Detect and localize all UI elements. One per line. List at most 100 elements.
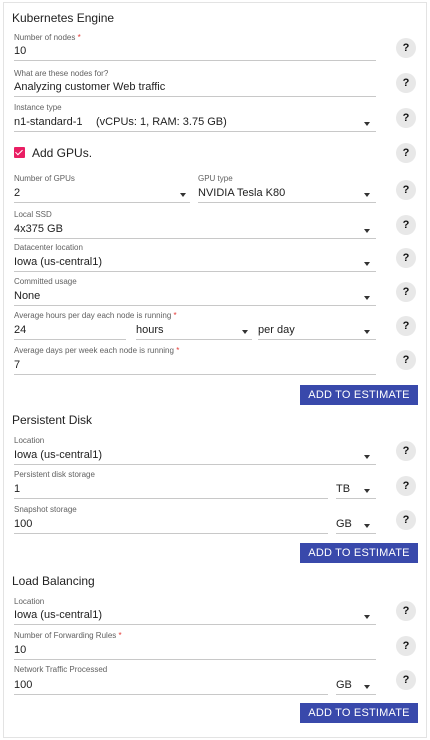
network-traffic-unit-underline <box>336 694 376 695</box>
hours-label: Average hours per day each node is runni… <box>14 311 177 320</box>
help-icon[interactable]: ? <box>396 510 416 530</box>
pd-location-label: Location <box>14 436 45 445</box>
committed-usage-select[interactable]: None <box>14 288 376 305</box>
lb-location-select[interactable]: Iowa (us-central1) <box>14 607 376 624</box>
snapshot-unit-value: GB <box>336 518 352 530</box>
add-gpus-checkbox[interactable] <box>14 147 25 158</box>
pd-storage-label: Persistent disk storage <box>14 470 95 479</box>
gpu-type-label: GPU type <box>198 174 233 183</box>
pd-storage-input[interactable]: 1 <box>14 483 20 495</box>
network-traffic-unit-value: GB <box>336 679 352 691</box>
help-icon[interactable]: ? <box>396 248 416 268</box>
instance-type-value: n1-standard-1 <box>14 116 83 128</box>
datacenter-select[interactable]: Iowa (us-central1) <box>14 254 376 271</box>
dropdown-arrow-icon <box>364 193 370 197</box>
instance-type-select[interactable]: n1-standard-1 (vCPUs: 1, RAM: 3.75 GB) <box>14 114 376 131</box>
pd-storage-unit-value: TB <box>336 483 351 495</box>
section-title-persistent-disk: Persistent Disk <box>12 413 93 427</box>
network-traffic-underline <box>14 694 328 695</box>
purpose-input[interactable]: Analyzing customer Web traffic <box>14 81 165 93</box>
help-icon[interactable]: ? <box>396 143 416 163</box>
lb-location-underline <box>14 624 376 625</box>
help-icon[interactable]: ? <box>396 316 416 336</box>
nodes-underline <box>14 60 376 61</box>
help-icon[interactable]: ? <box>396 282 416 302</box>
gpu-type-value: NVIDIA Tesla K80 <box>198 187 286 199</box>
snapshot-unit-underline <box>336 533 376 534</box>
dropdown-arrow-icon <box>364 685 370 689</box>
pd-storage-unit-select[interactable]: TB <box>336 481 376 498</box>
pd-location-select[interactable]: Iowa (us-central1) <box>14 447 376 464</box>
days-label: Average days per week each node is runni… <box>14 346 180 355</box>
add-to-estimate-button[interactable]: ADD TO ESTIMATE <box>300 703 418 723</box>
nodes-input[interactable]: 10 <box>14 45 26 57</box>
add-to-estimate-button[interactable]: ADD TO ESTIMATE <box>300 385 418 405</box>
help-icon[interactable]: ? <box>396 476 416 496</box>
help-icon[interactable]: ? <box>396 441 416 461</box>
forwarding-rules-underline <box>14 659 376 660</box>
help-icon[interactable]: ? <box>396 636 416 656</box>
snapshot-unit-select[interactable]: GB <box>336 516 376 533</box>
hours-period-select[interactable]: per day <box>258 322 376 339</box>
dropdown-arrow-icon <box>180 193 186 197</box>
days-underline <box>14 374 376 375</box>
hours-input-underline <box>14 339 126 340</box>
local-ssd-select[interactable]: 4x375 GB <box>14 221 376 238</box>
dropdown-arrow-icon <box>364 330 370 334</box>
dropdown-arrow-icon <box>364 296 370 300</box>
hours-unit-underline <box>136 339 252 340</box>
gpu-type-select[interactable]: NVIDIA Tesla K80 <box>198 185 376 202</box>
calculator-panel <box>3 2 427 738</box>
hours-unit-value: hours <box>136 324 164 336</box>
datacenter-label: Datacenter location <box>14 243 83 252</box>
instance-type-underline <box>14 131 376 132</box>
pd-storage-underline <box>14 498 328 499</box>
help-icon[interactable]: ? <box>396 180 416 200</box>
help-icon[interactable]: ? <box>396 38 416 58</box>
help-icon[interactable]: ? <box>396 601 416 621</box>
local-ssd-value: 4x375 GB <box>14 223 63 235</box>
local-ssd-underline <box>14 238 376 239</box>
pd-location-value: Iowa (us-central1) <box>14 449 103 461</box>
lb-location-label: Location <box>14 597 45 606</box>
days-input[interactable]: 7 <box>14 359 20 371</box>
dropdown-arrow-icon <box>364 122 370 126</box>
network-traffic-input[interactable]: 100 <box>14 679 32 691</box>
hours-input[interactable]: 24 <box>14 324 26 336</box>
gpu-count-select[interactable]: 2 <box>14 185 190 202</box>
pd-storage-unit-underline <box>336 498 376 499</box>
datacenter-value: Iowa (us-central1) <box>14 256 103 268</box>
snapshot-label: Snapshot storage <box>14 505 77 514</box>
dropdown-arrow-icon <box>364 615 370 619</box>
snapshot-underline <box>14 533 328 534</box>
section-title-kubernetes: Kubernetes Engine <box>12 11 115 25</box>
hours-period-value: per day <box>258 324 295 336</box>
add-gpus-label: Add GPUs. <box>32 146 93 160</box>
hours-unit-select[interactable]: hours <box>136 322 252 339</box>
dropdown-arrow-icon <box>364 262 370 266</box>
help-icon[interactable]: ? <box>396 108 416 128</box>
datacenter-underline <box>14 271 376 272</box>
add-to-estimate-button[interactable]: ADD TO ESTIMATE <box>300 543 418 563</box>
instance-type-label: Instance type <box>14 103 62 112</box>
pd-location-underline <box>14 464 376 465</box>
network-traffic-label: Network Traffic Processed <box>14 665 108 674</box>
help-icon[interactable]: ? <box>396 350 416 370</box>
help-icon[interactable]: ? <box>396 670 416 690</box>
committed-usage-underline <box>14 305 376 306</box>
forwarding-rules-input[interactable]: 10 <box>14 644 26 656</box>
hours-period-underline <box>258 339 376 340</box>
purpose-underline <box>14 96 376 97</box>
gpu-count-value: 2 <box>14 187 21 199</box>
help-icon[interactable]: ? <box>396 215 416 235</box>
dropdown-arrow-icon <box>364 524 370 528</box>
dropdown-arrow-icon <box>242 330 248 334</box>
help-icon[interactable]: ? <box>396 73 416 93</box>
dropdown-arrow-icon <box>364 455 370 459</box>
gpu-type-underline <box>198 202 376 203</box>
forwarding-rules-label: Number of Forwarding Rules * <box>14 631 122 640</box>
dropdown-arrow-icon <box>364 229 370 233</box>
section-title-load-balancing: Load Balancing <box>12 574 95 588</box>
snapshot-input[interactable]: 100 <box>14 518 32 530</box>
network-traffic-unit-select[interactable]: GB <box>336 677 376 694</box>
